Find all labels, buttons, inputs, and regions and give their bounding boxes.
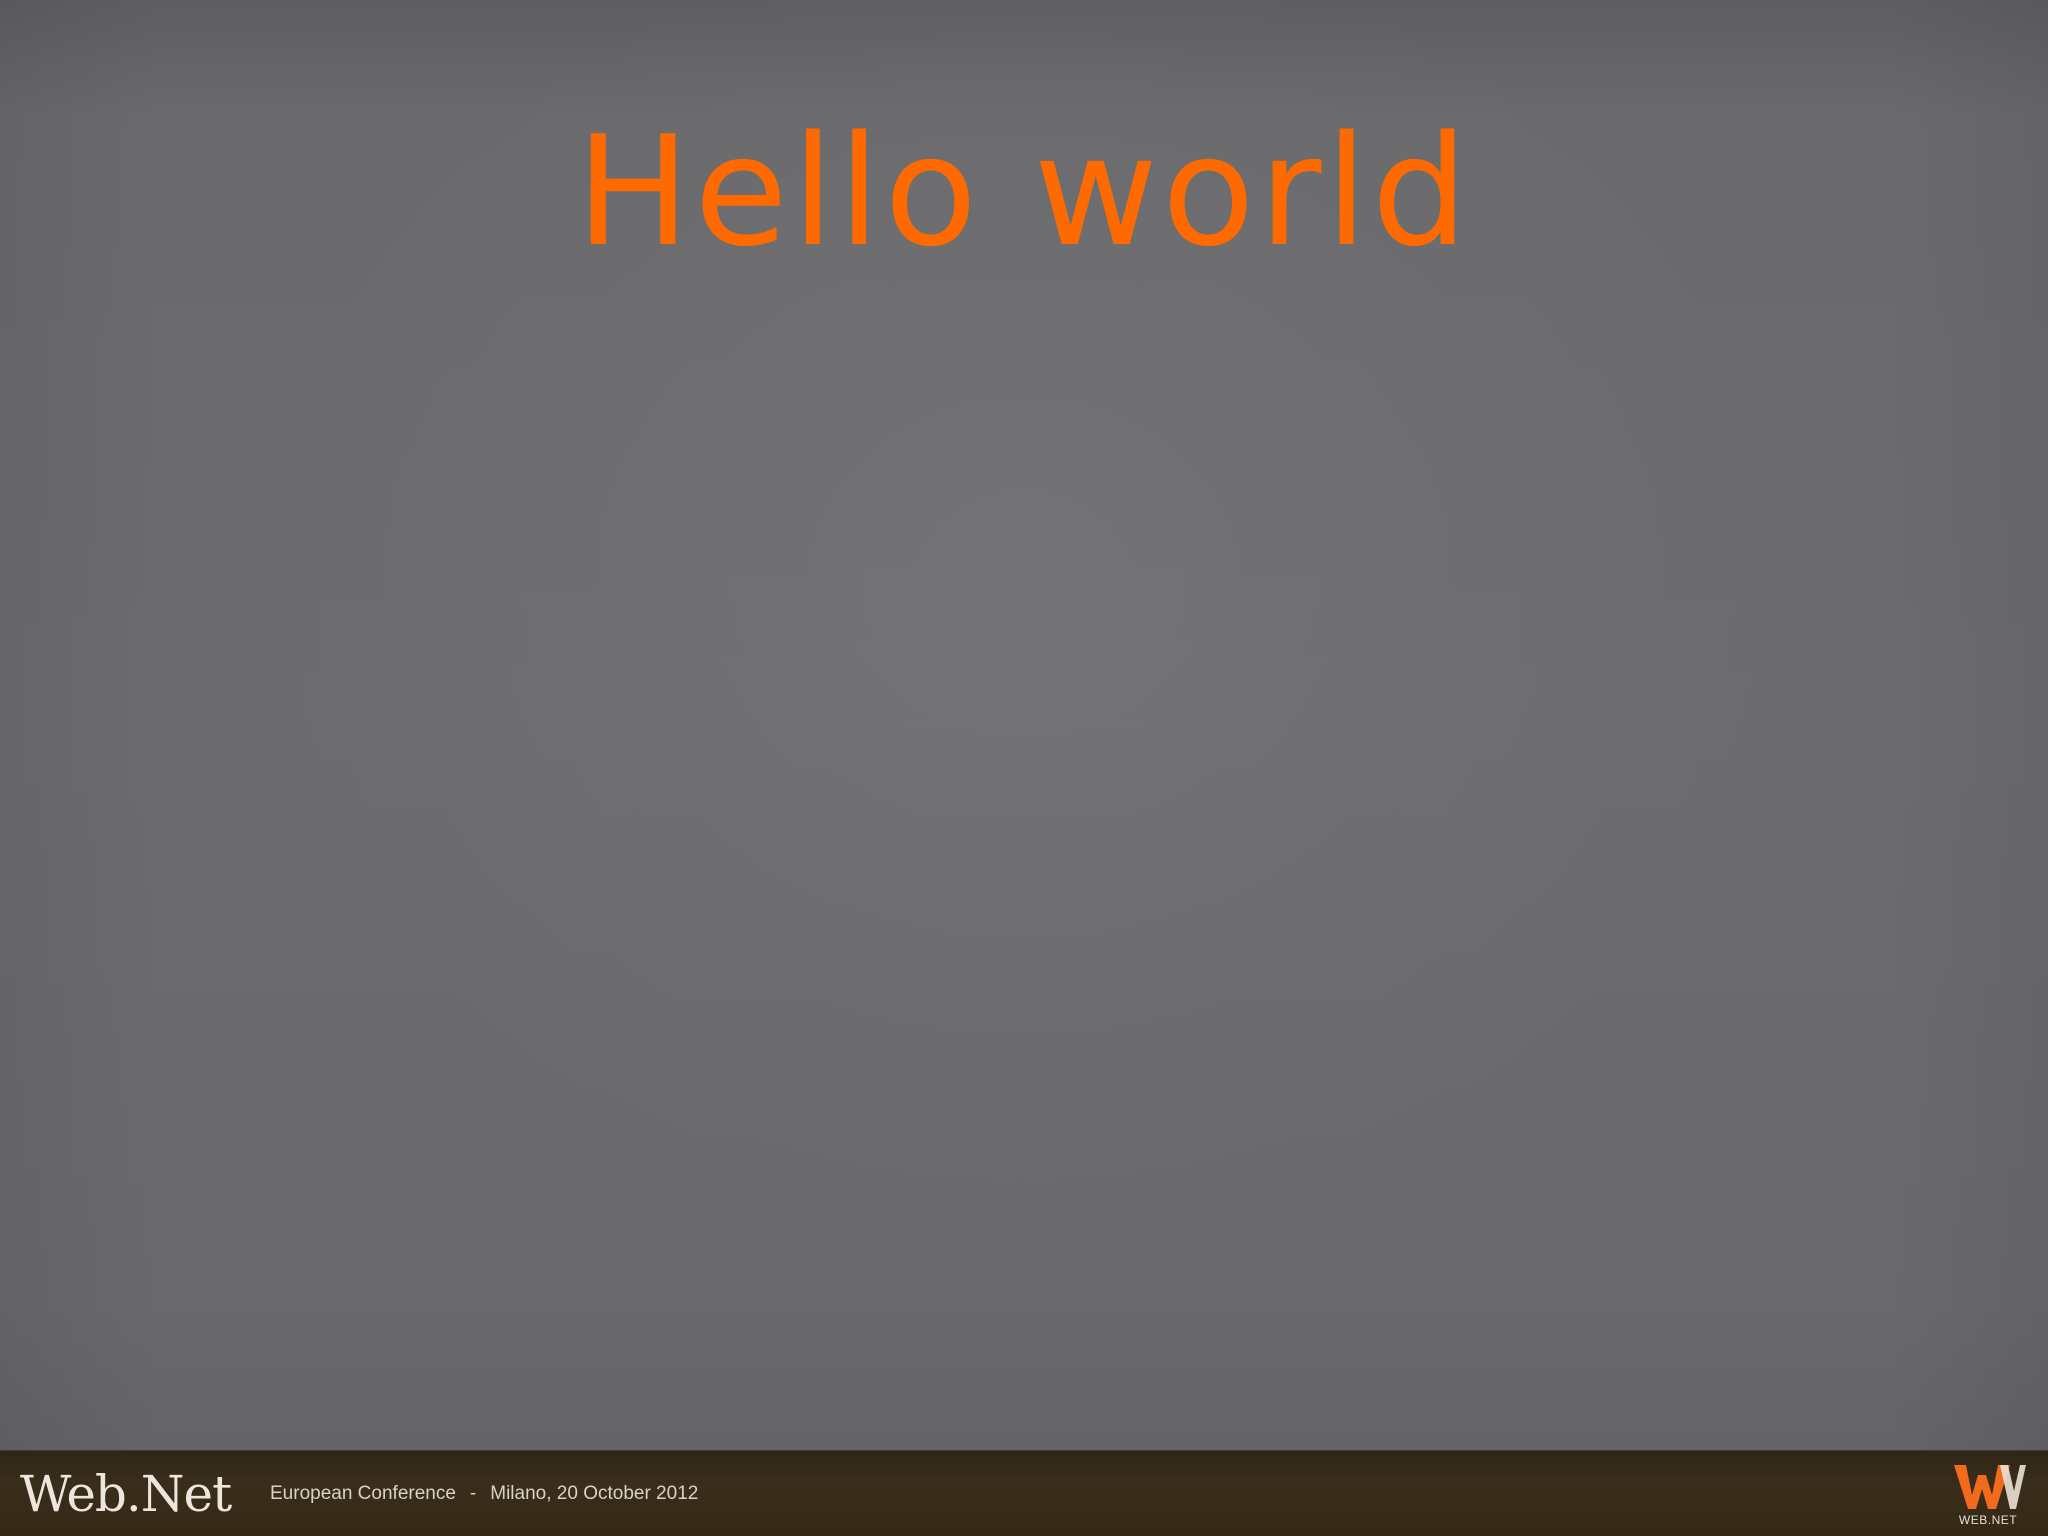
- brand-mark-label: WEB.NET: [1958, 1513, 2018, 1527]
- brand-w-icon: [1954, 1465, 2026, 1509]
- footer-location-date: Milano, 20 October 2012: [490, 1483, 699, 1504]
- footer-bar: Web.Net European Conference - Milano, 20 O…: [0, 1450, 2048, 1536]
- footer-separator: -: [469, 1483, 477, 1504]
- webnet-brand-mark-icon: WEB.NET: [1950, 1461, 2026, 1531]
- webnet-logo-text: Web.Net: [20, 1465, 232, 1523]
- footer-conference: European Conference: [270, 1483, 456, 1504]
- footer-event-info: European Conference - Milano, 20 October 2…: [270, 1481, 698, 1507]
- slide-title: Hello world: [575, 103, 1473, 280]
